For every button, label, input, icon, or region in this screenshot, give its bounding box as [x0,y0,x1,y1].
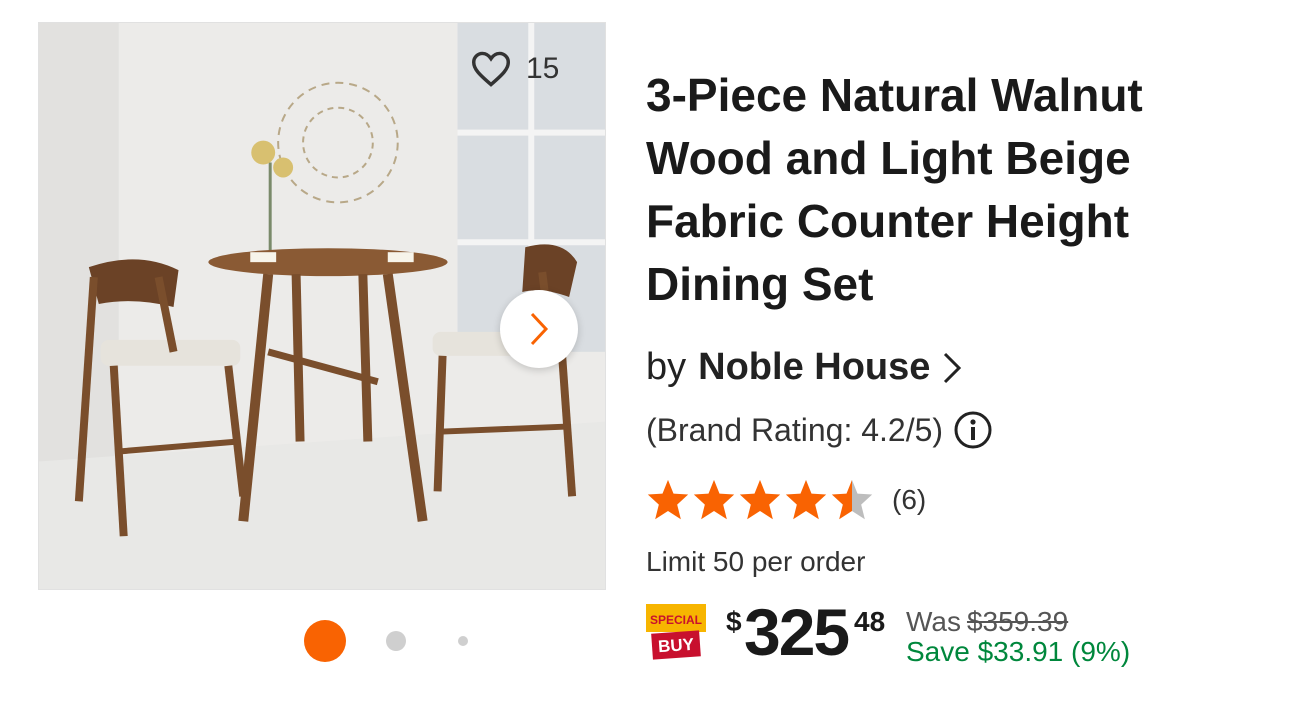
product-title: 3-Piece Natural Walnut Wood and Light Be… [646,69,1143,310]
star-icon [693,479,735,520]
star-icon [785,479,827,520]
carousel-dots [0,620,644,662]
review-count: (6) [892,484,927,515]
badge-top-text: SPECIAL [650,613,702,627]
brand-rating-text: (Brand Rating: 4.2/5) [646,411,944,448]
order-limit: Limit 50 per order [646,546,866,577]
carousel-dot[interactable] [458,636,468,646]
next-image-button[interactable] [500,290,578,368]
was-price: Was $359.39 [906,606,1068,638]
chevron-right-icon [530,312,549,346]
brand-name: Noble House [698,346,931,388]
was-amount: $359.39 [966,606,1069,637]
favorite-toggle[interactable]: 15 [470,50,559,88]
heart-icon [471,51,511,87]
special-buy-badge: SPECIAL BUY [646,604,706,660]
was-label: Was [906,606,961,637]
carousel-dot[interactable] [386,631,406,651]
half-star-icon [831,479,873,520]
brand-rating: (Brand Rating: 4.2/5) [646,410,993,450]
star-icon [647,479,689,520]
star-rating[interactable]: (6) [646,478,926,522]
brand-link[interactable]: by Noble House [646,346,964,389]
info-icon[interactable] [953,410,993,450]
price-currency: $ [726,606,742,637]
star-icon [739,479,781,520]
chevron-right-icon [944,352,962,383]
by-label: by [646,346,687,388]
price-dollars: 325 [744,595,850,669]
savings-text: Save $33.91 (9%) [906,636,1131,667]
carousel-dot-active[interactable] [304,620,346,662]
badge-bottom-text: BUY [657,635,695,657]
favorite-count: 15 [526,52,560,85]
price-cents: 48 [854,606,886,637]
